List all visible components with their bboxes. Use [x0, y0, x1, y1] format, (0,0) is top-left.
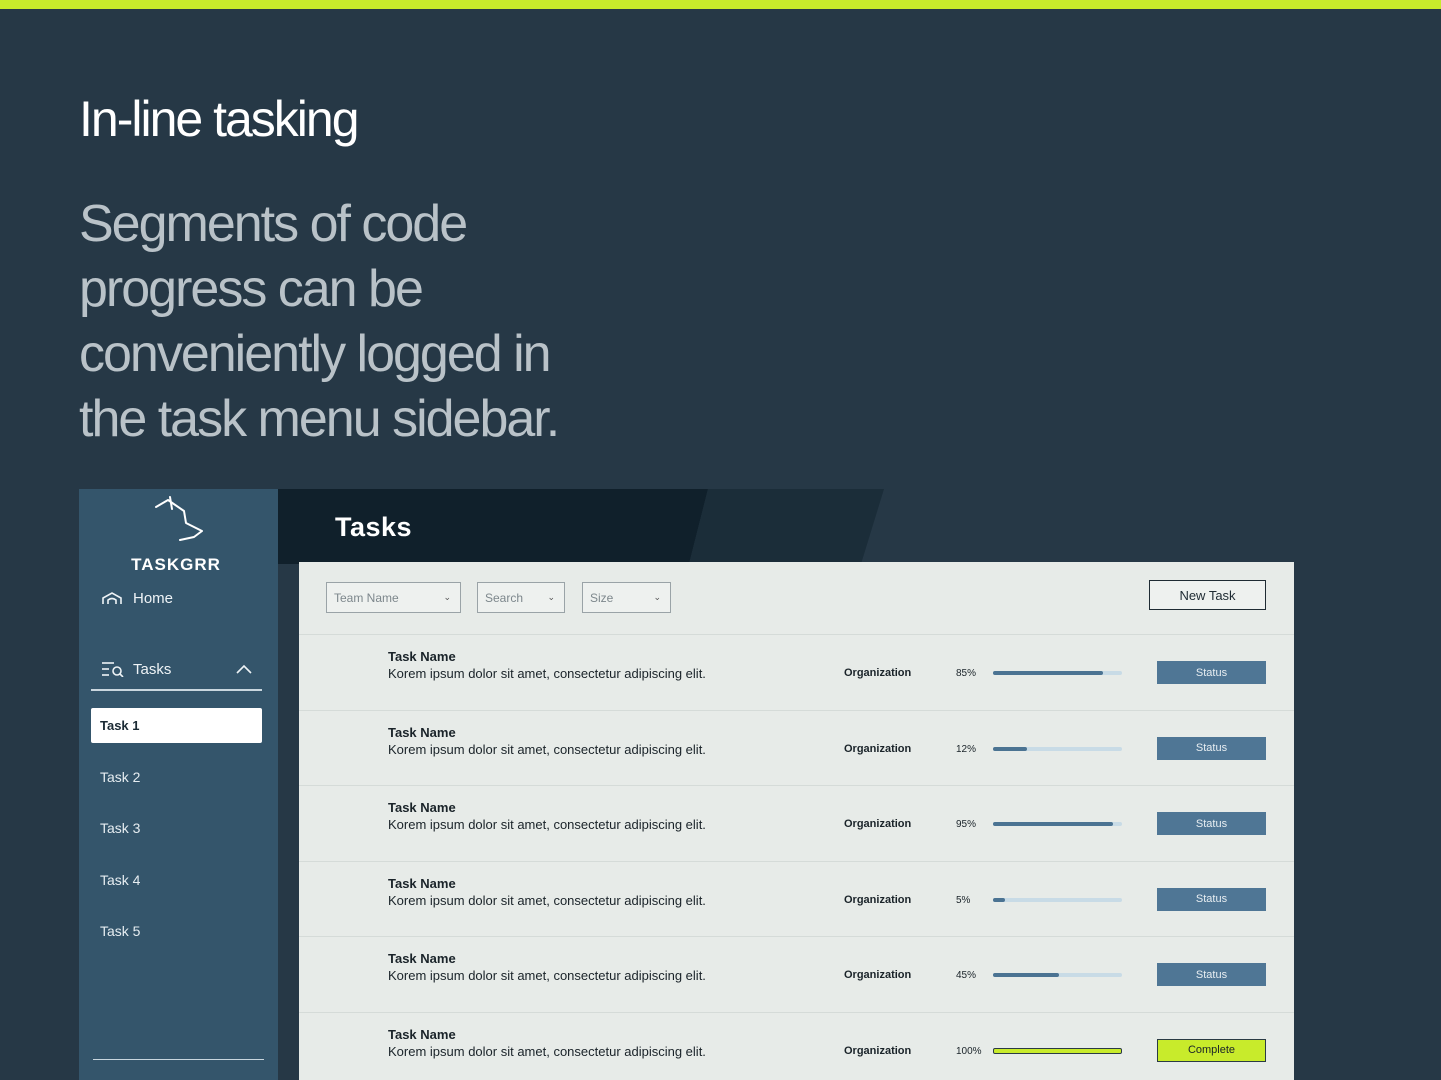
progress-bar [993, 746, 1122, 751]
status-button[interactable]: Status [1157, 963, 1266, 986]
table-row[interactable]: Task Name Korem ipsum dolor sit amet, con… [299, 785, 1294, 861]
status-button[interactable]: Complete [1157, 1038, 1266, 1062]
chevron-down-icon: ⌄ [443, 592, 451, 602]
status-button[interactable]: Status [1157, 887, 1266, 911]
task-panel: Team Name ⌄ Search ⌄ Size ⌄ New Task Tas… [299, 562, 1294, 1080]
search-dropdown[interactable]: Search ⌄ [477, 582, 565, 613]
progress-bar [993, 973, 1122, 977]
task-description: Korem ipsum dolor sit amet, consectetur … [388, 892, 706, 908]
main-title: Tasks [335, 512, 413, 542]
task-name: Task Name [388, 875, 456, 891]
task-organization: Organization [844, 742, 912, 755]
progress-bar-fill [994, 1048, 1121, 1053]
sidebar: TASKGRR Home Tasks Task 1 Task 2 Task 3 … [79, 489, 278, 1080]
status-button[interactable]: Status [1157, 661, 1266, 684]
chevron-down-icon: ⌄ [547, 592, 555, 602]
task-progress-percent: 5% [956, 894, 971, 906]
progress-bar-fill [993, 746, 1027, 751]
progress-bar-fill [993, 973, 1059, 977]
status-button[interactable]: Status [1157, 736, 1266, 760]
size-dropdown[interactable]: Size ⌄ [582, 582, 671, 613]
progress-bar-fill [993, 822, 1113, 826]
task-organization: Organization [844, 893, 912, 906]
table-row[interactable]: Task Name Korem ipsum dolor sit amet, con… [299, 634, 1294, 710]
progress-bar [993, 1047, 1122, 1054]
sidebar-section-tasks[interactable]: Tasks [91, 649, 262, 691]
task-list: Task Name Korem ipsum dolor sit amet, con… [299, 634, 1294, 1080]
task-description: Korem ipsum dolor sit amet, consectetur … [388, 1043, 706, 1059]
table-row[interactable]: Task Name Korem ipsum dolor sit amet, con… [299, 936, 1294, 1012]
task-description: Korem ipsum dolor sit amet, consectetur … [388, 741, 706, 757]
task-name: Task Name [388, 1026, 456, 1042]
task-name: Task Name [388, 951, 456, 966]
task-search-icon [102, 662, 124, 677]
task-progress-percent: 85% [956, 668, 977, 679]
task-progress-percent: 95% [956, 819, 977, 830]
task-organization: Organization [844, 1044, 912, 1057]
task-organization: Organization [844, 667, 912, 679]
task-name: Task Name [388, 649, 456, 664]
task-organization: Organization [844, 969, 912, 981]
task-description: Korem ipsum dolor sit amet, consectetur … [388, 666, 706, 681]
progress-bar-fill [993, 897, 1005, 902]
sidebar-item-label: Home [133, 590, 174, 607]
task-progress-percent: 12% [956, 743, 977, 755]
progress-bar [993, 671, 1122, 675]
progress-bar-fill [993, 671, 1103, 675]
chevron-down-icon: ⌄ [653, 592, 661, 602]
task-description: Korem ipsum dolor sit amet, consectetur … [388, 968, 706, 983]
task-description: Korem ipsum dolor sit amet, consectetur … [388, 817, 706, 832]
sidebar-item-task-4[interactable]: Task 4 [91, 862, 262, 897]
page-title: In-line tasking [79, 91, 359, 147]
sidebar-item-task-3[interactable]: Task 3 [91, 810, 262, 845]
sidebar-item-home[interactable]: Home [101, 590, 173, 607]
new-task-button[interactable]: New Task [1149, 580, 1266, 610]
home-icon [102, 591, 122, 604]
sidebar-item-task-1[interactable]: Task 1 [91, 708, 262, 743]
sidebar-divider [93, 1059, 264, 1060]
sidebar-item-task-2[interactable]: Task 2 [91, 759, 262, 794]
sidebar-item-task-5[interactable]: Task 5 [91, 913, 262, 948]
task-organization: Organization [844, 818, 912, 830]
status-button[interactable]: Status [1157, 812, 1266, 835]
size-dropdown-label: Size [590, 590, 614, 605]
top-accent-bar [0, 0, 1441, 9]
search-dropdown-label: Search [485, 590, 524, 605]
app-logo: TASKGRR [131, 555, 221, 574]
task-progress-percent: 45% [956, 970, 977, 981]
table-row[interactable]: Task Name Korem ipsum dolor sit amet, con… [299, 860, 1294, 937]
table-row[interactable]: Task Name Korem ipsum dolor sit amet, con… [299, 709, 1294, 786]
progress-bar [993, 822, 1122, 826]
chevron-up-icon[interactable] [236, 664, 252, 674]
task-name: Task Name [388, 800, 456, 815]
page-subtitle: Segments of code progress can be conveni… [79, 195, 560, 448]
task-progress-percent: 100% [956, 1045, 982, 1057]
table-row[interactable]: Task Name Korem ipsum dolor sit amet, con… [299, 1011, 1294, 1080]
progress-bar [993, 897, 1122, 902]
team-name-dropdown[interactable]: Team Name ⌄ [326, 582, 461, 613]
tiger-logo-icon [155, 496, 203, 541]
team-name-dropdown-label: Team Name [334, 590, 399, 605]
task-name: Task Name [388, 724, 456, 740]
sidebar-section-label: Tasks [133, 660, 172, 678]
